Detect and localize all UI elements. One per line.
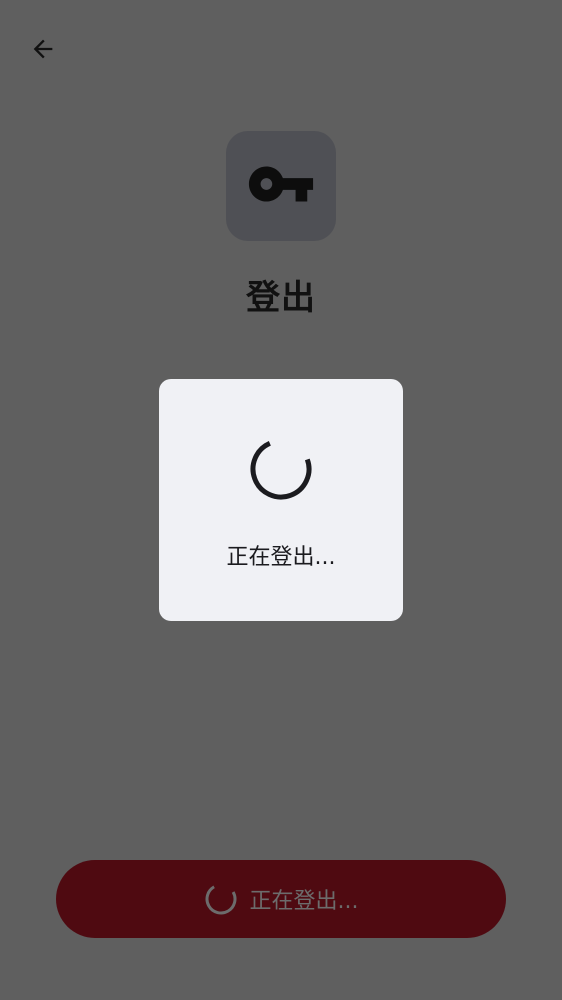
dialog-message: 正在登出... xyxy=(226,545,336,570)
page-title: 登出 xyxy=(246,278,316,318)
logout-button[interactable]: 正在登出... xyxy=(56,860,506,938)
arrow-left-icon xyxy=(29,35,57,67)
key-icon xyxy=(246,149,316,223)
back-button[interactable] xyxy=(28,36,58,66)
app-icon-tile xyxy=(226,131,336,241)
loading-spinner-icon xyxy=(205,883,236,915)
logout-button-label: 正在登出... xyxy=(249,889,359,914)
loading-dialog: 正在登出... xyxy=(159,379,403,621)
loading-spinner-icon xyxy=(250,438,312,500)
